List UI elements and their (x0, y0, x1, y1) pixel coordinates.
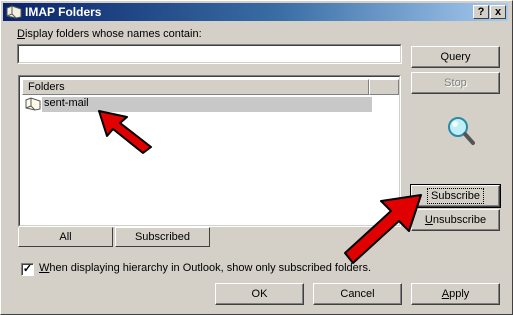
tab-subscribed[interactable]: Subscribed (115, 227, 210, 247)
cancel-button[interactable]: Cancel (313, 283, 402, 305)
list-item[interactable]: sent-mail (24, 96, 372, 112)
stop-button[interactable]: Stop (411, 72, 500, 94)
subscribed-only-checkbox[interactable]: ✓ (21, 263, 34, 276)
annotation-arrow-subscribe (344, 194, 422, 264)
tab-all-label: All (59, 231, 72, 243)
column-header-extra[interactable] (369, 79, 399, 95)
query-button[interactable]: Query (411, 46, 500, 68)
filter-label-text: isplay folders whose names contain: (24, 28, 202, 40)
subscribe-button-label: Subscribe (427, 188, 484, 204)
apply-button[interactable]: Apply (411, 283, 500, 305)
column-header-label: Folders (28, 81, 65, 93)
imap-folder-icon (6, 5, 22, 19)
stop-button-label: Stop (444, 77, 467, 89)
help-button[interactable]: ? (473, 5, 489, 19)
title-bar[interactable]: IMAP Folders ? x (3, 3, 508, 21)
selection-highlight (42, 97, 372, 112)
ok-button-label: OK (251, 288, 268, 300)
ok-button[interactable]: OK (215, 283, 304, 305)
annotation-arrow-folder (98, 110, 152, 154)
subscribed-only-label: When displaying hierarchy in Outlook, sh… (39, 262, 372, 274)
unsubscribe-button-label: Unsubscribe (424, 214, 487, 226)
close-button[interactable]: x (490, 5, 506, 19)
imap-folders-dialog: IMAP Folders ? x Display folders whose n… (0, 0, 513, 315)
apply-button-label: Apply (441, 288, 470, 300)
tab-all[interactable]: All (18, 227, 113, 247)
column-header-folders[interactable]: Folders (22, 79, 369, 95)
window-title: IMAP Folders (25, 5, 102, 19)
cancel-button-label: Cancel (340, 288, 375, 300)
tab-subscribed-label: Subscribed (134, 231, 191, 243)
query-button-label: Query (440, 51, 471, 63)
filter-label: Display folders whose names contain: (17, 28, 202, 40)
filter-input[interactable] (17, 44, 402, 64)
list-item-label: sent-mail (44, 97, 89, 109)
folder-icon (25, 97, 41, 111)
magnifier-icon (448, 117, 475, 145)
